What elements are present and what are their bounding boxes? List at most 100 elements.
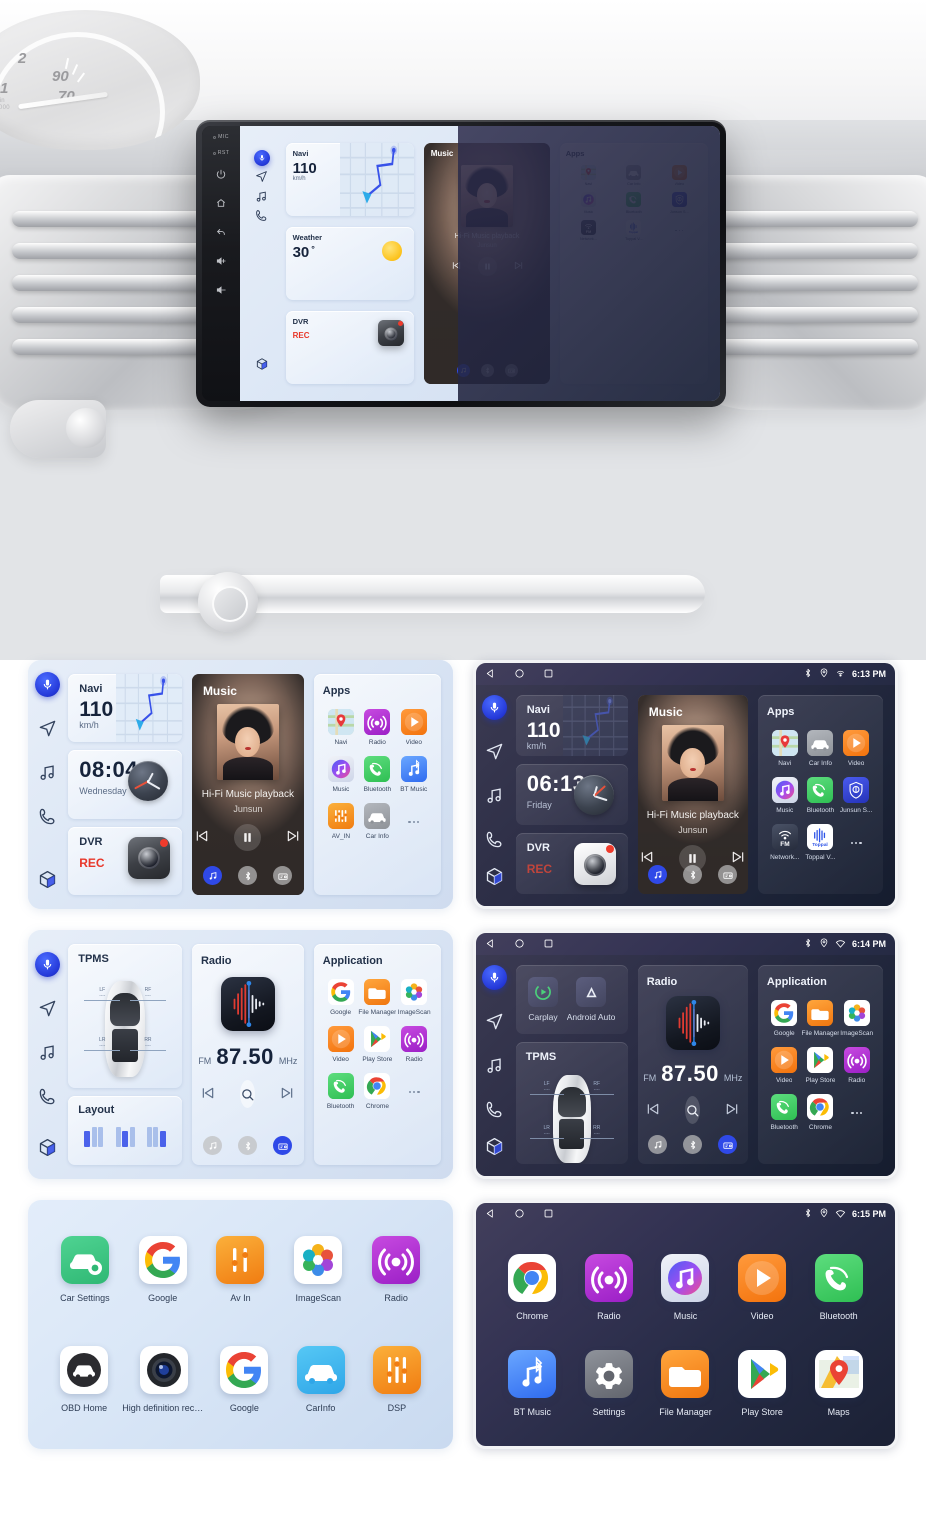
voice-assistant-mic-icon[interactable] bbox=[34, 952, 60, 977]
carplay-entry[interactable]: Carplay bbox=[528, 977, 559, 1022]
phone-icon[interactable] bbox=[485, 830, 504, 852]
tpms-widget[interactable]: TPMS LF ---- RF ---- LR ---- RR ---- bbox=[68, 944, 182, 1088]
next-icon[interactable] bbox=[279, 1085, 295, 1104]
app-entry[interactable]: Video bbox=[323, 1026, 359, 1063]
app-entry[interactable]: DSP bbox=[359, 1346, 435, 1413]
navi-widget[interactable]: Navi 110 km/h bbox=[515, 695, 628, 756]
layout-options[interactable] bbox=[78, 1123, 172, 1147]
app-entry[interactable]: Chrome bbox=[801, 1094, 839, 1131]
voice-assistant-mic-icon[interactable] bbox=[34, 672, 60, 697]
application-widget[interactable]: Application Google File Manager ImageScan V… bbox=[757, 965, 883, 1164]
voice-assistant-mic-icon[interactable] bbox=[253, 150, 270, 166]
app-entry[interactable]: Music bbox=[647, 1253, 724, 1321]
app-entry[interactable]: Video bbox=[838, 730, 874, 767]
app-entry[interactable]: Toppal Toppal V... bbox=[803, 824, 839, 861]
app-entry[interactable]: OBD Home bbox=[46, 1346, 122, 1413]
head-unit-screen[interactable]: Navi 110 km/h Weather 30 ° DVR REC Music… bbox=[240, 126, 720, 401]
app-entry[interactable]: FM Network... bbox=[566, 219, 611, 241]
app-entry[interactable]: Bluetooth bbox=[803, 777, 839, 814]
next-icon[interactable] bbox=[513, 260, 524, 273]
volume-up-icon[interactable] bbox=[216, 253, 227, 271]
app-entry[interactable]: ImageScan bbox=[279, 1235, 357, 1303]
navigation-arrow-icon[interactable] bbox=[38, 999, 57, 1021]
music-note-icon[interactable] bbox=[485, 786, 504, 808]
app-entry[interactable]: Video bbox=[767, 1047, 802, 1084]
app-entry[interactable]: Navi bbox=[767, 730, 803, 767]
app-entry[interactable]: Junsun S... bbox=[838, 777, 874, 814]
music-source-button[interactable] bbox=[648, 865, 668, 884]
panel-tpms-light[interactable]: TPMS LF ---- RF ---- LR ---- RR ---- Lay… bbox=[28, 930, 453, 1179]
power-icon[interactable] bbox=[216, 166, 226, 184]
music-source-button[interactable] bbox=[203, 1136, 223, 1155]
app-entry[interactable]: Car Info bbox=[359, 803, 395, 840]
radio-source-button[interactable] bbox=[718, 1135, 738, 1154]
app-entry[interactable]: Music bbox=[323, 756, 359, 793]
home-icon[interactable] bbox=[514, 668, 525, 681]
app-entry[interactable]: File Manager bbox=[647, 1350, 724, 1417]
sidebar-rail-light[interactable] bbox=[28, 660, 66, 909]
more-apps-button[interactable] bbox=[838, 824, 874, 861]
music-note-icon[interactable] bbox=[38, 1043, 57, 1065]
app-entry[interactable]: File Manager bbox=[358, 979, 396, 1016]
voice-assistant-mic-icon[interactable] bbox=[482, 965, 508, 990]
app-entry[interactable]: Radio bbox=[396, 1026, 432, 1063]
apps-cube-icon[interactable] bbox=[37, 869, 58, 893]
apps-cube-icon[interactable] bbox=[484, 866, 505, 890]
navigation-arrow-icon[interactable] bbox=[255, 170, 268, 185]
more-apps-button[interactable] bbox=[839, 1094, 874, 1131]
navi-widget[interactable]: Navi 110 km/h bbox=[68, 674, 182, 743]
music-widget[interactable]: Music Hi-Fi Music playback Junsun bbox=[191, 674, 304, 895]
app-entry[interactable]: ImageScan bbox=[839, 1000, 874, 1037]
app-entry[interactable]: Chrome bbox=[358, 1073, 396, 1110]
app-entry[interactable]: Google bbox=[206, 1346, 282, 1413]
app-entry[interactable]: High definition recor... bbox=[122, 1346, 206, 1413]
recents-icon[interactable] bbox=[543, 1208, 554, 1221]
app-entry[interactable]: Google bbox=[124, 1235, 202, 1303]
phone-icon[interactable] bbox=[255, 209, 268, 224]
music-source-button[interactable] bbox=[456, 364, 470, 378]
panel-home-light[interactable]: Navi 110 km/h 08:04 Wednesday DVR REC Mu… bbox=[28, 660, 453, 909]
music-note-icon[interactable] bbox=[255, 190, 268, 205]
application-widget[interactable]: Application Google File Manager ImageScan V… bbox=[313, 944, 441, 1165]
app-entry[interactable]: Music bbox=[566, 192, 611, 214]
apps-widget[interactable]: Apps Navi Car Info Video Music Bluetooth Juns… bbox=[757, 695, 883, 894]
sidebar-rail-light-2[interactable] bbox=[28, 930, 66, 1179]
more-apps-button[interactable] bbox=[396, 803, 432, 840]
navigation-arrow-icon[interactable] bbox=[38, 719, 57, 741]
sidebar-rail-dark-2[interactable] bbox=[476, 955, 514, 1176]
radio-source-button[interactable] bbox=[504, 364, 518, 378]
console-knob[interactable] bbox=[198, 572, 258, 632]
home-screen-light[interactable]: Navi 110 km/h Weather 30 ° DVR REC Music… bbox=[240, 126, 720, 401]
search-icon[interactable] bbox=[685, 1096, 701, 1124]
app-entry[interactable]: Bluetooth bbox=[767, 1094, 802, 1131]
tpms-widget[interactable]: TPMS LF ---- RF ---- LR ---- RR ---- bbox=[515, 1042, 628, 1164]
music-widget[interactable]: Music Hi-Fi Music playback Junsun bbox=[637, 695, 748, 894]
panel-tpms-dark[interactable]: 6:14 PM Carplay Android Auto TPMS LF ---… bbox=[473, 930, 898, 1179]
app-entry[interactable]: Chrome bbox=[494, 1253, 571, 1321]
radio-widget[interactable]: Radio FM 87.50 MHz bbox=[191, 944, 304, 1165]
app-entry[interactable]: Car Info bbox=[611, 164, 656, 186]
app-entry[interactable]: Settings bbox=[571, 1350, 648, 1417]
volume-down-icon[interactable] bbox=[216, 282, 227, 300]
back-icon[interactable] bbox=[485, 938, 496, 951]
layout-option-2[interactable] bbox=[115, 1126, 135, 1147]
app-entry[interactable]: Radio bbox=[571, 1253, 648, 1321]
panel-launcher-light[interactable]: Car Settings Google Av In ImageScan Radio OBD… bbox=[28, 1200, 453, 1449]
layout-option-1[interactable] bbox=[84, 1126, 104, 1147]
app-entry[interactable]: Car Settings bbox=[46, 1235, 124, 1303]
dvr-widget[interactable]: DVR REC bbox=[285, 310, 415, 385]
recents-icon[interactable] bbox=[543, 938, 554, 951]
navi-widget[interactable]: Navi 110 km/h bbox=[285, 142, 415, 217]
voice-assistant-mic-icon[interactable] bbox=[482, 695, 508, 720]
home-icon[interactable] bbox=[514, 938, 525, 951]
navigation-arrow-icon[interactable] bbox=[485, 742, 504, 764]
radio-source-button[interactable] bbox=[718, 865, 738, 884]
music-source-button[interactable] bbox=[203, 866, 223, 885]
radio-source-button[interactable] bbox=[273, 866, 293, 885]
more-apps-button[interactable] bbox=[396, 1073, 432, 1110]
phone-icon[interactable] bbox=[38, 1087, 57, 1109]
app-entry[interactable]: Bluetooth bbox=[611, 192, 656, 214]
phone-icon[interactable] bbox=[485, 1100, 504, 1122]
prev-icon[interactable] bbox=[645, 1101, 661, 1120]
app-entry[interactable]: Av In bbox=[202, 1235, 280, 1303]
